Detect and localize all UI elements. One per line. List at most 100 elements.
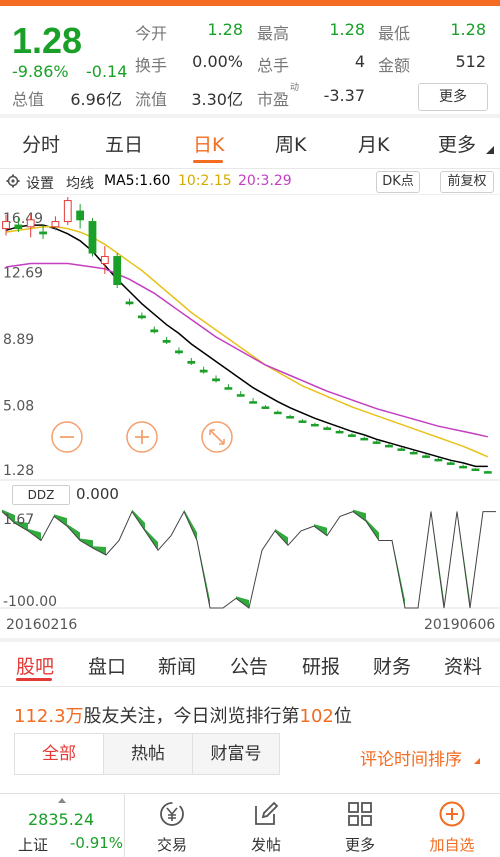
tab-profile[interactable]: 资料 <box>444 652 482 679</box>
candle-body <box>175 350 183 354</box>
low-value: 1.28 <box>450 20 486 39</box>
candle-body <box>298 420 307 423</box>
tab-daily-k[interactable]: 日K <box>193 130 224 157</box>
candle-body <box>187 360 196 364</box>
ma10-readout: 10:2.15 <box>178 173 232 189</box>
candle-body <box>434 458 443 462</box>
rank-suffix: 位 <box>333 706 352 727</box>
sort-by-comment-time[interactable]: 评论时间排序 <box>360 745 462 770</box>
filter-hot[interactable]: 热帖 <box>104 734 192 774</box>
pe-value: -3.37 <box>323 86 365 105</box>
candle-body <box>51 221 60 228</box>
candle-body <box>14 224 23 230</box>
edit-icon <box>255 801 279 825</box>
tab-notices[interactable]: 公告 <box>230 652 268 679</box>
market-cap-value: 6.96亿 <box>70 90 122 109</box>
followers-count: 112.3万 <box>14 706 84 727</box>
kline-chart[interactable]: 16.4912.698.895.081.281.67-100.00 <box>0 194 500 618</box>
candle-body <box>409 451 418 455</box>
candle-body <box>63 200 72 223</box>
nav-add-watchlist[interactable]: 加自选 <box>412 794 492 857</box>
ma-line-ma10 <box>5 226 489 458</box>
candle-body <box>483 471 492 474</box>
amount-value: 512 <box>455 52 486 71</box>
candle-body <box>138 315 146 319</box>
filter-all[interactable]: 全部 <box>15 734 103 774</box>
nav-more[interactable]: 更多 <box>320 794 400 857</box>
candle-body <box>236 394 245 397</box>
candle-body <box>261 406 270 409</box>
candle-body <box>199 369 208 373</box>
gear-icon[interactable] <box>6 174 20 188</box>
tab-research[interactable]: 研报 <box>302 652 340 679</box>
tab-news[interactable]: 新闻 <box>158 652 196 679</box>
grid-icon <box>348 802 372 826</box>
ddz-indicator-button[interactable]: DDZ <box>12 485 70 505</box>
followers-text: 股友关注，今日浏览排行第 <box>83 706 300 727</box>
tab-forum[interactable]: 股吧 <box>16 652 54 679</box>
settings-label[interactable]: 设置 <box>26 173 54 193</box>
tab-weekly-k[interactable]: 周K <box>275 130 306 157</box>
candle-body <box>422 455 430 458</box>
index-value[interactable]: 2835.24 <box>28 810 94 829</box>
ddz-y-tick-label: 1.67 <box>3 512 34 528</box>
more-triangle-icon <box>486 146 494 154</box>
y-tick-label: 8.89 <box>3 332 34 348</box>
filter-wealth-account[interactable]: 财富号 <box>193 734 279 774</box>
followers-line: 112.3万股友关注，今日浏览排行第102位 <box>14 702 352 728</box>
candle-body <box>335 430 344 434</box>
tab-five-day[interactable]: 五日 <box>105 130 143 157</box>
nav-trade[interactable]: 交易 <box>132 794 212 857</box>
adjust-button[interactable]: 前复权 <box>440 171 494 193</box>
candle-body <box>446 462 455 465</box>
quote-header: 1.28 -9.86% -0.14 今开 1.28 最高 1.28 最低 1.2… <box>0 6 500 114</box>
candle-body <box>125 301 134 305</box>
candle-body <box>249 401 257 404</box>
nav-post-label: 发帖 <box>250 836 281 854</box>
tab-finance[interactable]: 财务 <box>373 652 411 679</box>
candle-body <box>348 434 356 437</box>
y-tick-label: 1.28 <box>3 463 34 479</box>
tab-intraday[interactable]: 分时 <box>22 130 60 157</box>
ddz-line <box>1 510 496 609</box>
pe-label: 市盈 <box>257 90 290 109</box>
volume-value: 4 <box>354 52 365 71</box>
float-cap-label: 流值 <box>135 90 168 109</box>
tab-more-periods[interactable]: 更多 <box>438 130 476 157</box>
divider <box>0 168 500 169</box>
index-name[interactable]: 上证 <box>18 834 48 855</box>
volume-label: 总手 <box>257 56 290 75</box>
start-date: 20160216 <box>6 617 78 633</box>
index-expand-icon <box>58 798 66 803</box>
candle-body <box>360 437 369 441</box>
turnover-label: 换手 <box>135 56 168 75</box>
candle-body <box>385 444 393 448</box>
sort-triangle-icon <box>474 758 480 764</box>
content-tabs: 股吧 盘口 新闻 公告 研报 财务 资料 <box>0 642 500 688</box>
change-percent: -9.86% <box>12 62 69 81</box>
candle-body <box>88 221 97 254</box>
divider <box>124 794 125 857</box>
tab-handicap[interactable]: 盘口 <box>88 652 126 679</box>
ddz-y-tick-label: -100.00 <box>3 594 57 610</box>
active-content-tab-indicator <box>16 678 52 681</box>
end-date: 20190606 <box>424 617 496 633</box>
candle-body <box>162 339 171 343</box>
bottom-nav: 2835.24 上证 -0.91% 交易 发帖 更多 加自选 <box>0 793 500 857</box>
low-label: 最低 <box>378 24 411 43</box>
high-value: 1.28 <box>329 20 365 39</box>
more-quote-button[interactable]: 更多 <box>418 83 488 111</box>
y-tick-label: 5.08 <box>3 399 34 415</box>
nav-post[interactable]: 发帖 <box>226 794 306 857</box>
turnover-value: 0.00% <box>192 52 243 71</box>
ddz-value: 0.000 <box>76 485 119 503</box>
yen-circle-icon <box>160 802 184 826</box>
rank-number: 102 <box>299 706 334 727</box>
tab-monthly-k[interactable]: 月K <box>358 130 389 157</box>
nav-more-label: 更多 <box>344 836 375 854</box>
candle-body <box>212 378 220 382</box>
dk-point-button[interactable]: DK点 <box>376 171 420 193</box>
candle-body <box>76 210 85 221</box>
candle-body <box>2 221 10 230</box>
candle-body <box>323 427 332 430</box>
